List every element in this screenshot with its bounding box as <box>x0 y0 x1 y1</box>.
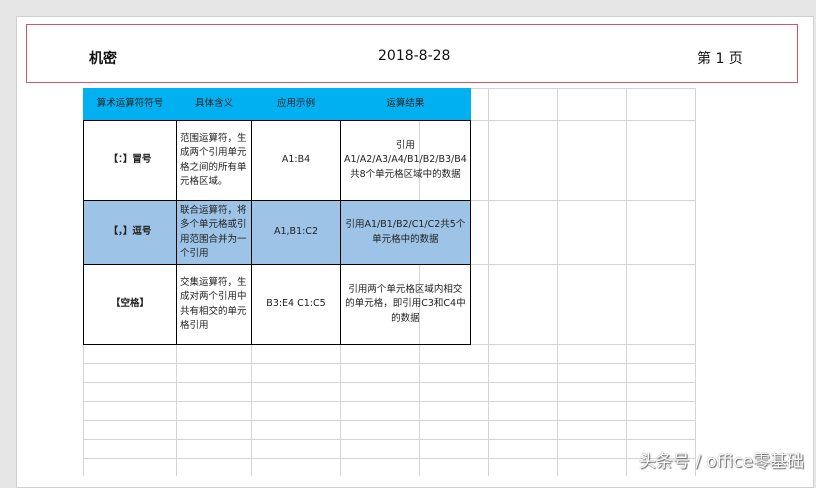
gridline <box>83 420 695 421</box>
cell-symbol[interactable]: 【：】冒号 <box>83 120 177 201</box>
header-date: 2018-8-28 <box>378 48 451 64</box>
cell-example[interactable]: A1:B4 <box>251 120 341 201</box>
gridline <box>626 88 627 476</box>
column-header[interactable]: 运算结果 <box>340 88 471 121</box>
table-row: 【空格】 交集运算符，生成对两个引用中共有相交的单元格引用 B3:E4 C1:C… <box>83 264 471 345</box>
table-row: 【：】冒号 范围运算符，生成两个引用单元格之间的所有单元格区域。 A1:B4 引… <box>83 120 471 201</box>
header-page-number: 第 1 页 <box>697 51 743 67</box>
cell-meaning[interactable]: 联合运算符，将多个单元格或引用范围合并为一个引用 <box>176 200 252 265</box>
table-row: 【，】逗号 联合运算符，将多个单元格或引用范围合并为一个引用 A1,B1:C2 … <box>83 200 471 265</box>
cell-result[interactable]: 引用A1/B1/B2/C1/C2共5个单元格中的数据 <box>340 200 471 265</box>
gridline <box>695 88 696 476</box>
gridline <box>83 401 695 402</box>
cell-example[interactable]: B3:E4 C1:C5 <box>251 264 341 345</box>
cell-symbol[interactable]: 【空格】 <box>83 264 177 345</box>
cell-meaning[interactable]: 范围运算符，生成两个引用单元格之间的所有单元格区域。 <box>176 120 252 201</box>
page-header[interactable]: 机密 2018-8-28 第 1 页 <box>26 24 798 83</box>
cell-symbol[interactable]: 【，】逗号 <box>83 200 177 265</box>
cell-example[interactable]: A1,B1:C2 <box>251 200 341 265</box>
gridline <box>488 88 489 476</box>
gridline <box>83 363 695 364</box>
cell-result[interactable]: 引用A1/A2/A3/A4/B1/B2/B3/B4共8个单元格区域中的数据 <box>340 120 471 201</box>
table-header-row: 算术运算符符号 具体含义 应用示例 运算结果 <box>83 88 471 121</box>
operator-table: 算术运算符符号 具体含义 应用示例 运算结果 【：】冒号 范围运算符，生成两个引… <box>83 88 471 345</box>
gridline <box>557 88 558 476</box>
gridline <box>83 458 695 459</box>
column-header[interactable]: 具体含义 <box>176 88 252 121</box>
column-header[interactable]: 算术运算符符号 <box>83 88 177 121</box>
cell-meaning[interactable]: 交集运算符，生成对两个引用中共有相交的单元格引用 <box>176 264 252 345</box>
cell-result[interactable]: 引用两个单元格区域内相交的单元格，即引用C3和C4中的数据 <box>340 264 471 345</box>
header-left: 机密 <box>89 51 117 67</box>
column-header[interactable]: 应用示例 <box>251 88 341 121</box>
watermark: 头条号 / office零基础 <box>638 452 804 472</box>
gridline <box>83 382 695 383</box>
gridline <box>83 439 695 440</box>
